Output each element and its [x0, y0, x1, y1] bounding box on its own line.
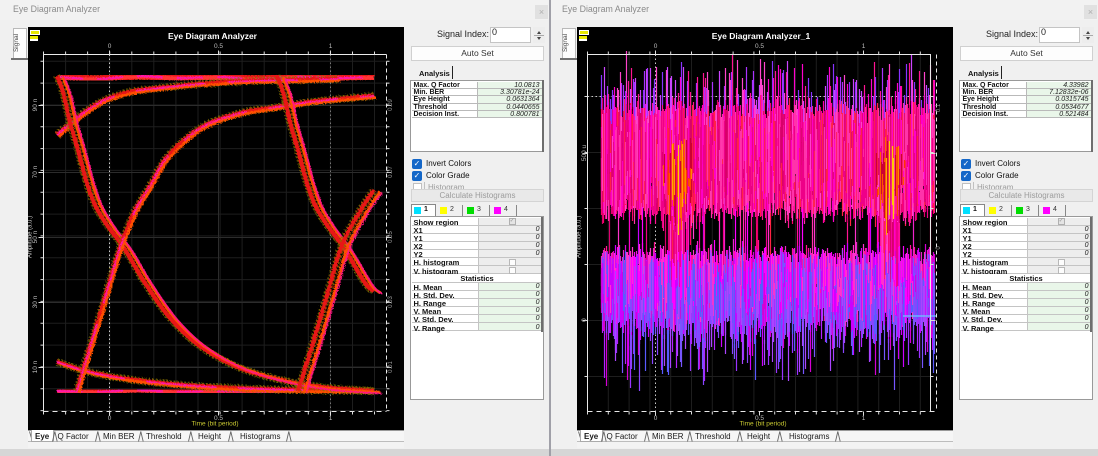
svg-text:Time (bit period): Time (bit period) — [191, 421, 238, 428]
svg-text:1: 1 — [329, 43, 333, 50]
svg-text:70 n: 70 n — [32, 165, 39, 178]
svg-text:0: 0 — [654, 43, 658, 50]
svg-text:500 u: 500 u — [581, 144, 588, 161]
svg-text:0.01: 0.01 — [388, 361, 394, 373]
svg-text:1: 1 — [329, 415, 333, 422]
svg-text:0: 0 — [654, 415, 658, 422]
svg-text:0: 0 — [581, 318, 588, 322]
svg-text:Eye Diagram Analyzer: Eye Diagram Analyzer — [168, 31, 258, 41]
svg-text:0.1: 0.1 — [936, 103, 942, 112]
svg-text:1: 1 — [862, 415, 866, 422]
svg-text:0.5: 0.5 — [755, 43, 764, 50]
svg-text:1: 1 — [862, 43, 866, 50]
svg-text:0.05: 0.05 — [388, 231, 394, 243]
svg-text:90 n: 90 n — [32, 98, 39, 111]
svg-text:0: 0 — [108, 415, 112, 422]
svg-text:0.09: 0.09 — [388, 99, 394, 111]
svg-text:Eye Diagram Analyzer_1: Eye Diagram Analyzer_1 — [712, 31, 811, 41]
svg-text:Amplitude (a.u.): Amplitude (a.u.) — [28, 216, 34, 258]
svg-text:0: 0 — [108, 43, 112, 50]
svg-text:10 n: 10 n — [32, 360, 39, 373]
svg-text:Amplitude (a.u.): Amplitude (a.u.) — [577, 216, 583, 258]
svg-text:Time (bit period): Time (bit period) — [739, 421, 786, 428]
svg-text:0.5: 0.5 — [214, 43, 223, 50]
svg-text:30 n: 30 n — [32, 295, 39, 308]
svg-text:0.03: 0.03 — [388, 296, 394, 308]
svg-text:0.07: 0.07 — [388, 166, 394, 178]
